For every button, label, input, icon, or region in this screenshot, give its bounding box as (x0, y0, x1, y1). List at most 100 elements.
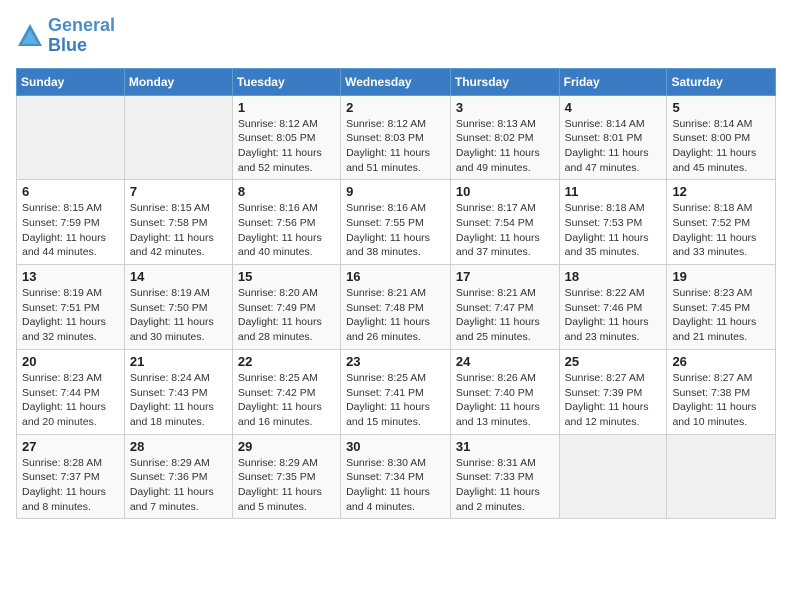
calendar-week-row: 20Sunrise: 8:23 AM Sunset: 7:44 PM Dayli… (17, 349, 776, 434)
day-number: 16 (346, 269, 445, 284)
day-info: Sunrise: 8:13 AM Sunset: 8:02 PM Dayligh… (456, 117, 554, 176)
day-info: Sunrise: 8:19 AM Sunset: 7:51 PM Dayligh… (22, 286, 119, 345)
day-number: 14 (130, 269, 227, 284)
calendar-cell: 2 Sunrise: 8:12 AM Sunset: 8:03 PM Daylig… (341, 95, 451, 180)
logo: General Blue (16, 16, 115, 56)
calendar-cell: 26 Sunrise: 8:27 AM Sunset: 7:38 PM Dayli… (667, 349, 776, 434)
day-info: Sunrise: 8:19 AM Sunset: 7:50 PM Dayligh… (130, 286, 227, 345)
calendar-cell: 31Sunrise: 8:31 AM Sunset: 7:33 PM Dayli… (450, 434, 559, 519)
calendar-cell: 12 Sunrise: 8:18 AM Sunset: 7:52 PM Dayli… (667, 180, 776, 265)
day-number: 9 (346, 184, 445, 199)
day-number: 1 (238, 100, 335, 115)
day-info: Sunrise: 8:26 AM Sunset: 7:40 PM Dayligh… (456, 371, 554, 430)
day-info: Sunrise: 8:25 AM Sunset: 7:42 PM Dayligh… (238, 371, 335, 430)
day-number: 17 (456, 269, 554, 284)
day-info: Sunrise: 8:29 AM Sunset: 7:35 PM Dayligh… (238, 456, 335, 515)
calendar-cell: 25 Sunrise: 8:27 AM Sunset: 7:39 PM Dayli… (559, 349, 667, 434)
calendar-cell: 27 Sunrise: 8:28 AM Sunset: 7:37 PM Dayli… (17, 434, 125, 519)
calendar-cell: 1 Sunrise: 8:12 AM Sunset: 8:05 PM Daylig… (232, 95, 340, 180)
day-number: 2 (346, 100, 445, 115)
day-info: Sunrise: 8:18 AM Sunset: 7:53 PM Dayligh… (565, 201, 662, 260)
day-info: Sunrise: 8:14 AM Sunset: 8:01 PM Dayligh… (565, 117, 662, 176)
header-sunday: Sunday (17, 68, 125, 95)
header-friday: Friday (559, 68, 667, 95)
calendar-cell: 16Sunrise: 8:21 AM Sunset: 7:48 PM Dayli… (341, 265, 451, 350)
day-info: Sunrise: 8:15 AM Sunset: 7:59 PM Dayligh… (22, 201, 119, 260)
calendar-cell: 3Sunrise: 8:13 AM Sunset: 8:02 PM Daylig… (450, 95, 559, 180)
day-info: Sunrise: 8:18 AM Sunset: 7:52 PM Dayligh… (672, 201, 770, 260)
calendar-cell (17, 95, 125, 180)
day-number: 30 (346, 439, 445, 454)
calendar-cell: 4 Sunrise: 8:14 AM Sunset: 8:01 PM Daylig… (559, 95, 667, 180)
day-number: 29 (238, 439, 335, 454)
calendar-cell: 17 Sunrise: 8:21 AM Sunset: 7:47 PM Dayli… (450, 265, 559, 350)
day-number: 13 (22, 269, 119, 284)
day-number: 10 (456, 184, 554, 199)
calendar-cell: 15 Sunrise: 8:20 AM Sunset: 7:49 PM Dayli… (232, 265, 340, 350)
day-info: Sunrise: 8:16 AM Sunset: 7:55 PM Dayligh… (346, 201, 445, 260)
header-thursday: Thursday (450, 68, 559, 95)
day-number: 12 (672, 184, 770, 199)
calendar-week-row: 27 Sunrise: 8:28 AM Sunset: 7:37 PM Dayli… (17, 434, 776, 519)
day-number: 26 (672, 354, 770, 369)
logo-text: General Blue (48, 16, 115, 56)
day-number: 8 (238, 184, 335, 199)
day-number: 7 (130, 184, 227, 199)
calendar-cell: 11 Sunrise: 8:18 AM Sunset: 7:53 PM Dayli… (559, 180, 667, 265)
calendar-cell (559, 434, 667, 519)
day-info: Sunrise: 8:20 AM Sunset: 7:49 PM Dayligh… (238, 286, 335, 345)
day-number: 23 (346, 354, 445, 369)
calendar-cell: 8 Sunrise: 8:16 AM Sunset: 7:56 PM Daylig… (232, 180, 340, 265)
day-info: Sunrise: 8:15 AM Sunset: 7:58 PM Dayligh… (130, 201, 227, 260)
day-info: Sunrise: 8:29 AM Sunset: 7:36 PM Dayligh… (130, 456, 227, 515)
calendar-cell: 21Sunrise: 8:24 AM Sunset: 7:43 PM Dayli… (124, 349, 232, 434)
day-info: Sunrise: 8:12 AM Sunset: 8:03 PM Dayligh… (346, 117, 445, 176)
calendar-cell: 5Sunrise: 8:14 AM Sunset: 8:00 PM Daylig… (667, 95, 776, 180)
calendar-header-row: SundayMondayTuesdayWednesdayThursdayFrid… (17, 68, 776, 95)
day-info: Sunrise: 8:22 AM Sunset: 7:46 PM Dayligh… (565, 286, 662, 345)
calendar-cell: 28 Sunrise: 8:29 AM Sunset: 7:36 PM Dayli… (124, 434, 232, 519)
day-info: Sunrise: 8:21 AM Sunset: 7:47 PM Dayligh… (456, 286, 554, 345)
calendar-cell: 7 Sunrise: 8:15 AM Sunset: 7:58 PM Daylig… (124, 180, 232, 265)
calendar-cell: 29 Sunrise: 8:29 AM Sunset: 7:35 PM Dayli… (232, 434, 340, 519)
day-number: 24 (456, 354, 554, 369)
day-number: 11 (565, 184, 662, 199)
day-info: Sunrise: 8:16 AM Sunset: 7:56 PM Dayligh… (238, 201, 335, 260)
calendar-cell: 20Sunrise: 8:23 AM Sunset: 7:44 PM Dayli… (17, 349, 125, 434)
calendar-cell: 9 Sunrise: 8:16 AM Sunset: 7:55 PM Daylig… (341, 180, 451, 265)
calendar-cell (667, 434, 776, 519)
day-info: Sunrise: 8:23 AM Sunset: 7:44 PM Dayligh… (22, 371, 119, 430)
day-number: 18 (565, 269, 662, 284)
day-number: 4 (565, 100, 662, 115)
day-number: 28 (130, 439, 227, 454)
calendar-cell: 18 Sunrise: 8:22 AM Sunset: 7:46 PM Dayli… (559, 265, 667, 350)
calendar-cell: 6Sunrise: 8:15 AM Sunset: 7:59 PM Daylig… (17, 180, 125, 265)
day-info: Sunrise: 8:27 AM Sunset: 7:39 PM Dayligh… (565, 371, 662, 430)
header-wednesday: Wednesday (341, 68, 451, 95)
day-info: Sunrise: 8:23 AM Sunset: 7:45 PM Dayligh… (672, 286, 770, 345)
calendar-cell: 30Sunrise: 8:30 AM Sunset: 7:34 PM Dayli… (341, 434, 451, 519)
calendar-cell: 19Sunrise: 8:23 AM Sunset: 7:45 PM Dayli… (667, 265, 776, 350)
calendar-cell: 24 Sunrise: 8:26 AM Sunset: 7:40 PM Dayli… (450, 349, 559, 434)
calendar-week-row: 13 Sunrise: 8:19 AM Sunset: 7:51 PM Dayli… (17, 265, 776, 350)
page-header: General Blue (16, 16, 776, 56)
day-info: Sunrise: 8:12 AM Sunset: 8:05 PM Dayligh… (238, 117, 335, 176)
calendar-table: SundayMondayTuesdayWednesdayThursdayFrid… (16, 68, 776, 520)
calendar-cell: 13 Sunrise: 8:19 AM Sunset: 7:51 PM Dayli… (17, 265, 125, 350)
day-number: 15 (238, 269, 335, 284)
day-number: 21 (130, 354, 227, 369)
header-monday: Monday (124, 68, 232, 95)
day-number: 25 (565, 354, 662, 369)
day-number: 22 (238, 354, 335, 369)
day-info: Sunrise: 8:17 AM Sunset: 7:54 PM Dayligh… (456, 201, 554, 260)
calendar-cell: 22 Sunrise: 8:25 AM Sunset: 7:42 PM Dayli… (232, 349, 340, 434)
header-tuesday: Tuesday (232, 68, 340, 95)
day-number: 5 (672, 100, 770, 115)
day-info: Sunrise: 8:27 AM Sunset: 7:38 PM Dayligh… (672, 371, 770, 430)
header-saturday: Saturday (667, 68, 776, 95)
day-number: 27 (22, 439, 119, 454)
day-info: Sunrise: 8:31 AM Sunset: 7:33 PM Dayligh… (456, 456, 554, 515)
day-info: Sunrise: 8:28 AM Sunset: 7:37 PM Dayligh… (22, 456, 119, 515)
calendar-cell: 14 Sunrise: 8:19 AM Sunset: 7:50 PM Dayli… (124, 265, 232, 350)
calendar-week-row: 1 Sunrise: 8:12 AM Sunset: 8:05 PM Daylig… (17, 95, 776, 180)
